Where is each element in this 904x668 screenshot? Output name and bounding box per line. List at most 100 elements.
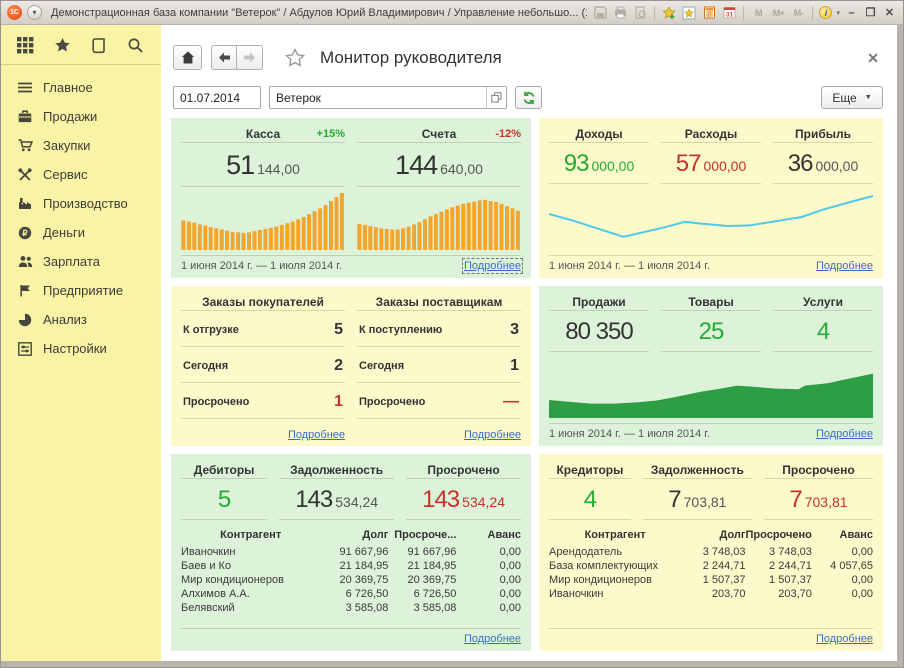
- favorites-list-icon[interactable]: [681, 5, 697, 21]
- memory-m-plus-button[interactable]: M+: [770, 5, 786, 21]
- titlebar-separator: [743, 6, 744, 20]
- services-title: Услуги: [803, 295, 843, 309]
- svg-text:31: 31: [726, 12, 734, 19]
- sales-period: 1 июня 2014 г. — 1 июля 2014 г.: [549, 428, 710, 440]
- more-button[interactable]: Еще▼: [821, 86, 883, 109]
- table-row[interactable]: Алхимов А.А.6 726,506 726,500,00: [181, 587, 521, 601]
- goods-title: Товары: [688, 295, 733, 309]
- income-value: 93000,00: [549, 143, 649, 183]
- creditors-overdue-title: Просрочено: [782, 463, 854, 477]
- add-favorite-icon[interactable]: [661, 5, 677, 21]
- pie-chart-icon: [17, 313, 33, 327]
- back-button[interactable]: [211, 45, 237, 70]
- chevron-down-icon: ▼: [865, 94, 872, 101]
- dashboard-grid: Касса+15% 51144,00 Счета-12% 144640,00: [171, 118, 883, 651]
- sidebar-item-dengi[interactable]: ₽ Деньги: [1, 218, 161, 247]
- calculator-icon[interactable]: [701, 5, 717, 21]
- column-header[interactable]: Аванс: [456, 528, 521, 545]
- close-window-button[interactable]: ✕: [882, 6, 897, 19]
- sidebar-item-zakupki[interactable]: Закупки: [1, 131, 161, 160]
- sidebar-item-nastroyki[interactable]: Настройки: [1, 334, 161, 363]
- table-row[interactable]: Мир кондиционеров20 369,7520 369,750,00: [181, 573, 521, 587]
- history-icon[interactable]: [91, 37, 107, 54]
- column-header[interactable]: Просроче...: [388, 528, 456, 545]
- calendar-icon[interactable]: 31: [721, 5, 737, 21]
- minimize-button[interactable]: –: [844, 7, 859, 19]
- creditors-count: 4: [549, 479, 631, 519]
- income-period: 1 июня 2014 г. — 1 июля 2014 г.: [549, 260, 710, 272]
- table-row[interactable]: База комплектующих2 244,712 244,714 057,…: [549, 559, 873, 573]
- sidebar-item-prodazhi[interactable]: Продажи: [1, 102, 161, 131]
- main-area: Монитор руководителя ✕ Еще▼ Касса+15%: [161, 25, 897, 661]
- creditors-details-link[interactable]: Подробнее: [816, 633, 873, 645]
- maximize-button[interactable]: ❐: [863, 6, 878, 19]
- accounts-title: Счета: [422, 127, 457, 141]
- supplier-orders-details-link[interactable]: Подробнее: [464, 429, 521, 441]
- favorite-star-icon[interactable]: [285, 48, 305, 67]
- table-row[interactable]: Мир кондиционеров1 507,371 507,370,00: [549, 573, 873, 587]
- preview-icon[interactable]: [632, 5, 648, 21]
- table-row[interactable]: Баев и Ко21 184,9521 184,950,00: [181, 559, 521, 573]
- customer-orders-title: Заказы покупателей: [202, 295, 324, 309]
- close-form-button[interactable]: ✕: [863, 49, 883, 67]
- income-title: Доходы: [575, 127, 622, 141]
- sidebar: Главное Продажи Закупки Сервис Производс…: [1, 25, 161, 661]
- column-header[interactable]: Просрочено: [746, 528, 812, 545]
- column-header[interactable]: Долг: [681, 528, 745, 545]
- save-icon[interactable]: [592, 5, 608, 21]
- search-icon[interactable]: [127, 37, 144, 54]
- sidebar-item-analiz[interactable]: Анализ: [1, 305, 161, 334]
- sales-value: 80 350: [549, 311, 649, 351]
- creditors-table: Контрагент Долг Просрочено Аванс Арендод…: [549, 528, 873, 601]
- form-header: Монитор руководителя ✕: [173, 45, 883, 70]
- sidebar-item-glavnoe[interactable]: Главное: [1, 73, 161, 102]
- sidebar-item-zarplata[interactable]: Зарплата: [1, 247, 161, 276]
- table-row[interactable]: Иваночкин203,70203,700,00: [549, 587, 873, 601]
- tools-icon: [17, 168, 33, 182]
- sales-area-chart: [549, 358, 873, 418]
- column-header[interactable]: Контрагент: [549, 528, 681, 545]
- company-field: [269, 86, 507, 109]
- sidebar-item-predpriyatie[interactable]: Предприятие: [1, 276, 161, 305]
- memory-m-minus-button[interactable]: M-: [790, 5, 806, 21]
- customer-orders-details-link[interactable]: Подробнее: [288, 429, 345, 441]
- sales-details-link[interactable]: Подробнее: [816, 428, 873, 440]
- print-icon[interactable]: [612, 5, 628, 21]
- income-details-link[interactable]: Подробнее: [816, 260, 873, 272]
- profit-value: 36000,00: [773, 143, 873, 183]
- main-menu-button[interactable]: ▾: [27, 5, 42, 20]
- info-button[interactable]: i: [819, 6, 832, 19]
- table-row[interactable]: Иваночкин91 667,9691 667,960,00: [181, 545, 521, 559]
- titlebar-separator: [812, 6, 813, 20]
- column-header[interactable]: Контрагент: [181, 528, 320, 545]
- memory-m-button[interactable]: M: [750, 5, 766, 21]
- order-row: Сегодня1: [357, 347, 521, 383]
- favorites-icon[interactable]: [54, 37, 71, 54]
- panel-sales: Продажи 80 350 Товары 25 Услуги: [539, 286, 883, 446]
- table-row[interactable]: Арендодатель3 748,033 748,030,00: [549, 545, 873, 559]
- desktop-grid-icon[interactable]: [17, 37, 34, 54]
- sidebar-item-proizvodstvo[interactable]: Производство: [1, 189, 161, 218]
- forward-button[interactable]: [237, 45, 263, 70]
- sidebar-item-servis[interactable]: Сервис: [1, 160, 161, 189]
- debtors-details-link[interactable]: Подробнее: [464, 633, 521, 645]
- flag-icon: [17, 284, 33, 297]
- coin-icon: ₽: [17, 226, 33, 240]
- company-input[interactable]: [270, 87, 486, 108]
- refresh-button[interactable]: [515, 86, 542, 109]
- table-row[interactable]: Белявский3 585,083 585,080,00: [181, 601, 521, 615]
- debtors-debt-title: Задолженность: [290, 463, 383, 477]
- titlebar-separator: [654, 6, 655, 20]
- cash-bar-chart: [181, 193, 345, 250]
- profit-title: Прибыль: [795, 127, 851, 141]
- info-caret-icon[interactable]: ▾: [836, 9, 840, 17]
- supplier-orders-title: Заказы поставщикам: [376, 295, 503, 309]
- title-bar: 1С ▾ Демонстрационная база компании "Вет…: [1, 1, 903, 25]
- debtors-overdue-value: 143534,24: [406, 479, 521, 519]
- column-header[interactable]: Аванс: [812, 528, 873, 545]
- column-header[interactable]: Долг: [320, 528, 388, 545]
- cash-details-link[interactable]: Подробнее: [464, 260, 521, 272]
- home-button[interactable]: [173, 45, 202, 70]
- company-choose-button[interactable]: [486, 87, 506, 108]
- application-window: 1С ▾ Демонстрационная база компании "Вет…: [0, 0, 904, 668]
